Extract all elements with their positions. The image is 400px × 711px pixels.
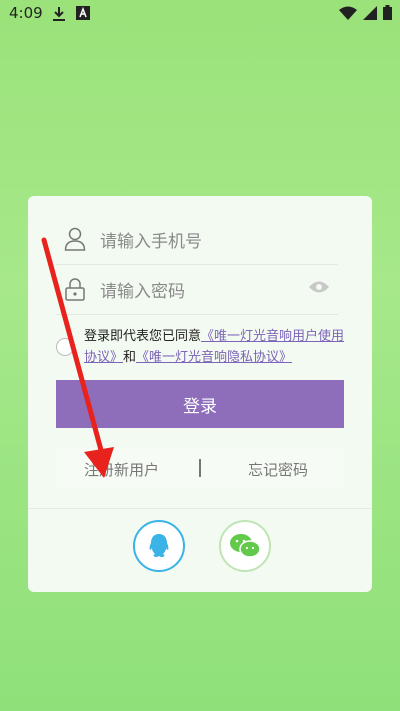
- forgot-password-link[interactable]: 忘记密码: [248, 459, 308, 480]
- social-divider: [28, 508, 372, 509]
- phone-field[interactable]: 请输入手机号: [56, 214, 338, 265]
- agreement-text: 登录即代表您已同意《唯一灯光音响用户使用协议》和《唯一灯光音响隐私协议》: [84, 326, 346, 368]
- wifi-icon: [339, 6, 357, 20]
- links-separator: [199, 459, 201, 477]
- agreement-radio[interactable]: [56, 338, 74, 356]
- password-field[interactable]: 请输入密码: [56, 264, 338, 315]
- user-icon: [64, 227, 86, 251]
- a-box-icon: [76, 6, 90, 20]
- register-link[interactable]: 注册新用户: [84, 459, 159, 480]
- lock-icon: [65, 278, 85, 301]
- agreement-prefix: 登录即代表您已同意: [84, 329, 202, 344]
- status-bar: 4:09: [0, 0, 400, 28]
- agreement-and: 和: [123, 350, 137, 365]
- download-icon: [53, 7, 65, 21]
- status-time: 4:09: [9, 4, 43, 22]
- qq-icon: [149, 534, 169, 557]
- password-input-placeholder: 请输入密码: [100, 282, 185, 302]
- wechat-login-button[interactable]: [219, 520, 271, 572]
- battery-icon: [383, 5, 392, 20]
- privacy-link[interactable]: 《唯一灯光音响隐私协议》: [136, 350, 292, 365]
- qq-login-button[interactable]: [133, 520, 185, 572]
- eye-icon[interactable]: [308, 280, 330, 294]
- signal-icon: [363, 5, 377, 20]
- agreement-row: 登录即代表您已同意《唯一灯光音响用户使用协议》和《唯一灯光音响隐私协议》: [56, 326, 346, 366]
- wechat-icon: [230, 534, 261, 558]
- login-button[interactable]: 登录: [56, 380, 344, 428]
- phone-input-placeholder: 请输入手机号: [100, 232, 202, 252]
- account-links-row: 注册新用户 忘记密码: [56, 448, 344, 488]
